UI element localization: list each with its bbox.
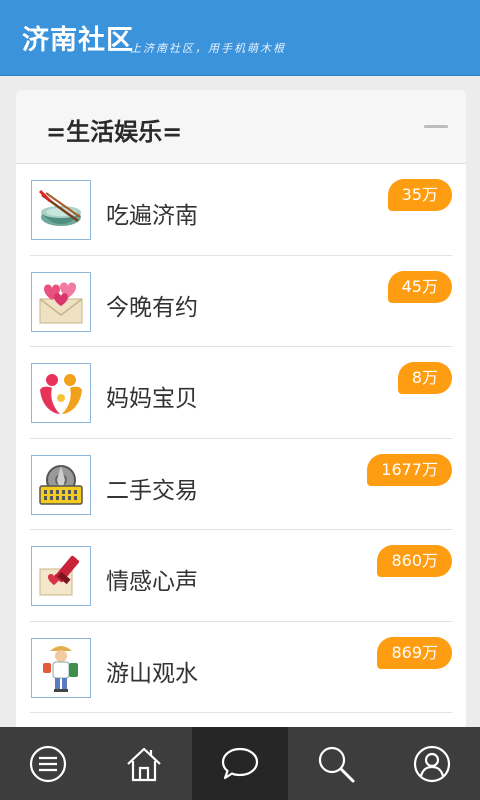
section-title: =生活娱乐= (46, 118, 183, 146)
app-slogan: 上济南社区，用手机萌木根 (130, 42, 286, 55)
shopping-basket-icon (31, 454, 91, 515)
count-badge: 1677万 (367, 453, 452, 486)
tab-home[interactable] (96, 727, 192, 800)
count-badge: 35万 (387, 179, 452, 211)
menu-icon (29, 745, 67, 782)
love-letter-icon (31, 271, 91, 332)
count-badge: 8万 (397, 362, 452, 394)
heart-stamp-icon (31, 546, 91, 606)
tab-chat[interactable] (192, 727, 288, 800)
forum-label: 吃遍济南 (106, 203, 198, 229)
forum-row-second-hand[interactable]: 二手交易 1677万 (16, 439, 466, 531)
forum-row-travel[interactable]: 游山观水 869万 (16, 622, 466, 714)
forum-label: 今晚有约 (106, 294, 198, 321)
count-badge: 45万 (387, 270, 452, 303)
bottom-tab-bar (0, 727, 480, 800)
count-badge: 869万 (377, 636, 452, 669)
home-icon (127, 747, 161, 781)
app-header: 济南社区 上济南社区，用手机萌木根 (0, 0, 480, 76)
tab-profile[interactable] (384, 727, 480, 800)
forum-row-food[interactable]: 吃遍济南 35万 (16, 164, 466, 256)
app-title: 济南社区 (22, 25, 134, 56)
tab-search[interactable] (288, 727, 384, 800)
forum-row-feelings[interactable]: 情感心声 860万 (16, 530, 466, 622)
search-icon (318, 746, 355, 782)
forum-row-dating[interactable]: 今晚有约 45万 (16, 256, 466, 348)
food-bowl-icon (31, 180, 91, 240)
chat-icon (221, 747, 259, 779)
count-badge: 860万 (377, 545, 452, 577)
forum-list: 吃遍济南 35万 今晚有约 45万 妈妈宝贝 8万 二手交易 1677万 情感心… (16, 164, 466, 713)
forum-label: 游山观水 (106, 660, 198, 687)
forum-row-mother-baby[interactable]: 妈妈宝贝 8万 (16, 347, 466, 439)
forum-section-card: =生活娱乐= 吃遍济南 35万 今晚有约 45万 妈妈宝贝 8万 二手交易 16… (16, 90, 466, 730)
section-header[interactable]: =生活娱乐= (16, 90, 466, 164)
user-icon (413, 745, 451, 782)
tab-menu[interactable] (0, 727, 96, 800)
forum-label: 妈妈宝贝 (106, 386, 198, 412)
collapse-icon[interactable] (424, 125, 448, 128)
mother-baby-icon (31, 363, 91, 423)
forum-label: 二手交易 (106, 477, 198, 504)
forum-label: 情感心声 (106, 569, 198, 595)
traveler-icon (31, 637, 91, 698)
